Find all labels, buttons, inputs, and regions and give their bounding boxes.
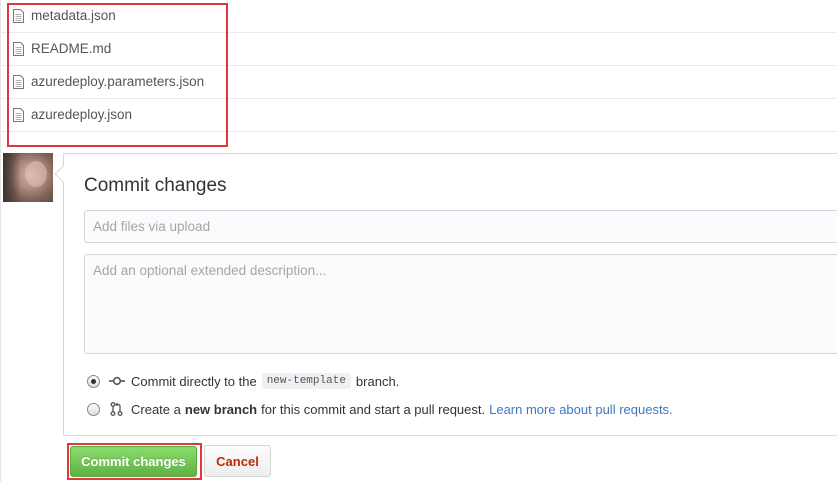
- new-branch-option[interactable]: Create a new branch for this commit and …: [87, 399, 673, 419]
- file-icon: [13, 42, 24, 56]
- file-icon: [13, 9, 24, 23]
- file-icon: [13, 108, 24, 122]
- commit-direct-suffix: branch.: [355, 373, 400, 389]
- learn-more-pull-requests-link[interactable]: Learn more about pull requests.: [489, 402, 673, 417]
- commit-direct-radio[interactable]: [87, 374, 100, 388]
- avatar-face: [25, 161, 47, 187]
- file-icon: [13, 75, 24, 89]
- commit-title: Commit changes: [84, 175, 227, 196]
- file-row[interactable]: metadata.json: [0, 0, 837, 33]
- commit-icon: [109, 376, 125, 386]
- file-name[interactable]: metadata.json: [31, 8, 116, 23]
- avatar-shade: [3, 153, 21, 202]
- file-name[interactable]: azuredeploy.parameters.json: [31, 74, 204, 89]
- file-name[interactable]: azuredeploy.json: [31, 107, 132, 122]
- cancel-button[interactable]: Cancel: [204, 445, 271, 477]
- commit-summary-input[interactable]: [84, 210, 837, 243]
- pull-request-icon: [110, 402, 123, 416]
- file-list: metadata.json README.md azuredeploy.para…: [0, 0, 837, 133]
- commit-description-input[interactable]: [84, 254, 837, 354]
- commit-direct-option[interactable]: Commit directly to the new-template bran…: [87, 371, 399, 391]
- file-name[interactable]: README.md: [31, 41, 111, 56]
- commit-changes-button[interactable]: Commit changes: [70, 446, 197, 477]
- new-branch-bold: new branch: [184, 401, 258, 417]
- file-row[interactable]: azuredeploy.parameters.json: [0, 66, 837, 99]
- branch-name: new-template: [261, 373, 351, 389]
- new-branch-suffix: for this commit and start a pull request…: [261, 401, 486, 417]
- avatar[interactable]: [3, 153, 53, 202]
- new-branch-text: Create a: [131, 401, 181, 417]
- commit-direct-text: Commit directly to the: [131, 373, 257, 389]
- file-row[interactable]: azuredeploy.json: [0, 99, 837, 132]
- new-branch-radio[interactable]: [87, 402, 100, 416]
- file-row[interactable]: README.md: [0, 33, 837, 66]
